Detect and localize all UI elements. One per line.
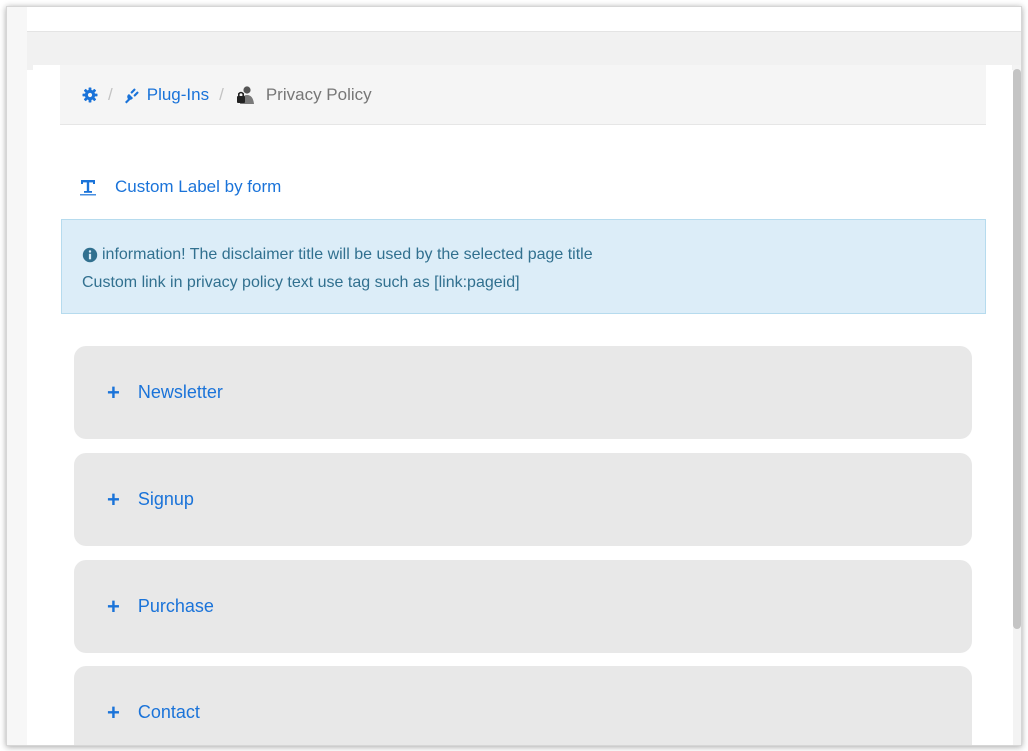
alert-line-2: Custom link in privacy policy text use t… — [82, 269, 985, 297]
breadcrumb-plugins-label: Plug-Ins — [146, 84, 210, 104]
info-circle-icon — [82, 247, 98, 263]
main-content: / Plug-Ins / Privacy Policy Custom Label… — [33, 65, 1012, 745]
info-alert: information! The disclaimer title will b… — [61, 219, 986, 314]
breadcrumb-home[interactable] — [82, 87, 98, 103]
plus-icon: + — [107, 593, 120, 619]
breadcrumb-current: Privacy Policy — [234, 85, 372, 105]
breadcrumb: / Plug-Ins / Privacy Policy — [60, 65, 986, 125]
app-window: / Plug-Ins / Privacy Policy Custom Label… — [6, 6, 1022, 746]
text-type-icon — [80, 180, 96, 196]
accordion-signup[interactable]: + Signup — [74, 453, 972, 546]
section-title-label: Custom Label by form — [115, 177, 282, 196]
accordion-contact[interactable]: + Contact — [74, 666, 972, 745]
breadcrumb-current-label: Privacy Policy — [265, 84, 372, 104]
accordion-label: Signup — [137, 489, 194, 509]
alert-text-2: Custom link in privacy policy text use t… — [82, 274, 520, 291]
alert-text-1: information! The disclaimer title will b… — [102, 246, 593, 263]
accordion-newsletter[interactable]: + Newsletter — [74, 346, 972, 439]
left-strip — [7, 7, 27, 745]
plus-icon: + — [107, 379, 120, 405]
section-title: Custom Label by form — [79, 177, 281, 197]
plug-icon — [124, 88, 139, 103]
breadcrumb-separator: / — [219, 84, 224, 104]
accordion-label: Purchase — [137, 596, 214, 616]
alert-line-1: information! The disclaimer title will b… — [82, 241, 985, 269]
privacy-user-lock-icon — [236, 85, 254, 104]
plus-icon: + — [107, 486, 120, 512]
accordion-purchase[interactable]: + Purchase — [74, 560, 972, 653]
plus-icon: + — [107, 699, 120, 725]
breadcrumb-plugins[interactable]: Plug-Ins — [123, 85, 209, 105]
accordion-label: Contact — [137, 702, 200, 722]
breadcrumb-separator: / — [108, 84, 113, 104]
gear-icon — [82, 87, 98, 102]
scrollbar-thumb[interactable] — [1013, 69, 1021, 629]
accordion-label: Newsletter — [137, 382, 223, 402]
